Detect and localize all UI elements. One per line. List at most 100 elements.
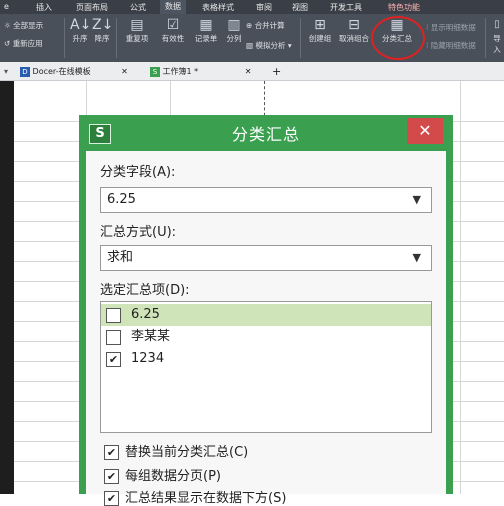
chevron-down-icon: ▾ xyxy=(287,41,292,50)
show-detail-button[interactable]: ⁝ 显示明细数据 xyxy=(426,22,476,33)
menu-page-layout[interactable]: 页面布局 xyxy=(76,2,108,13)
record-icon: ▦ xyxy=(199,17,213,33)
method-value: 求和 xyxy=(107,250,134,265)
sort-asc-icon: A↓ xyxy=(70,17,92,33)
method-label: 汇总方式(U): xyxy=(100,225,177,240)
separator xyxy=(300,18,301,58)
menu-review[interactable]: 审阅 xyxy=(256,2,272,13)
import-label: 导入 xyxy=(493,34,501,54)
spreadsheet-icon: S xyxy=(150,66,160,77)
ribbon-toolbar: ☼ 全部显示 ↺ 重新应用 A↓ 升序 Z↓ 降序 ▤ 重复项 ☑ 有效性 ▦ … xyxy=(0,14,504,62)
merge-icon: ⊕ xyxy=(246,21,253,30)
refresh-icon: ↺ xyxy=(4,39,11,48)
list-item[interactable]: 6.25 xyxy=(101,304,431,326)
list-item[interactable]: 李某某 xyxy=(101,326,431,348)
validity-button[interactable]: ☑ 有效性 xyxy=(156,17,190,44)
split-button[interactable]: ▥ 分列 xyxy=(222,17,246,44)
dialog-body: 分类字段(A): 6.25 ▼ 汇总方式(U): 求和 ▼ 选定汇总项(D): … xyxy=(86,151,446,506)
group-field-label: 分类字段(A): xyxy=(100,165,176,180)
reapply-button[interactable]: ↺ 重新应用 xyxy=(4,38,43,49)
hide-detail-button[interactable]: ⁝ 隐藏明细数据 xyxy=(426,40,476,51)
import-button[interactable]: ▯ 导入 xyxy=(490,17,504,55)
subtotal-dialog: S 分类汇总 ✕ 分类字段(A): 6.25 ▼ 汇总方式(U): 求和 ▼ 选… xyxy=(79,115,453,506)
menu-special[interactable]: 特色功能 xyxy=(388,2,420,13)
checkbox[interactable] xyxy=(106,330,121,345)
chevron-down-icon: ▼ xyxy=(412,251,421,264)
list-item[interactable]: ✔ 1234 xyxy=(101,348,431,370)
separator xyxy=(485,18,486,58)
items-listbox[interactable]: 6.25 李某某 ✔ 1234 xyxy=(100,301,432,433)
show-detail-label: 显示明细数据 xyxy=(430,23,476,32)
ungroup-icon: ⊟ xyxy=(348,17,360,33)
menu-developer[interactable]: 开发工具 xyxy=(330,2,362,13)
close-icon[interactable]: ✕ xyxy=(245,67,252,76)
chevron-down-icon: ▼ xyxy=(412,193,421,206)
summary-below-checkbox[interactable]: ✔ 汇总结果显示在数据下方(S) xyxy=(104,487,286,506)
simulate-icon: ▧ xyxy=(246,41,254,50)
show-detail-icon: ⁝ xyxy=(426,23,429,32)
page-break-checkbox[interactable]: ✔ 每组数据分页(P) xyxy=(104,465,221,484)
list-item-label: 李某某 xyxy=(131,329,171,344)
duplicates-label: 重复项 xyxy=(125,34,149,43)
simulate-button[interactable]: ▧ 模拟分析 ▾ xyxy=(246,40,292,51)
ungroup-button[interactable]: ⊟ 取消组合 xyxy=(336,17,372,44)
duplicates-button[interactable]: ▤ 重复项 xyxy=(120,17,154,44)
merge-calc-button[interactable]: ⊕ 合并计算 xyxy=(246,20,285,31)
tab-workbook-label: 工作簿1 * xyxy=(162,67,199,76)
hide-detail-label: 隐藏明细数据 xyxy=(430,41,476,50)
ungroup-label: 取消组合 xyxy=(339,34,369,43)
page-break-label: 每组数据分页(P) xyxy=(125,469,221,484)
menu-table-style[interactable]: 表格样式 xyxy=(202,2,234,13)
checkbox-checked[interactable]: ✔ xyxy=(106,352,121,367)
group-field-select[interactable]: 6.25 ▼ xyxy=(100,187,432,213)
show-all-label: 全部显示 xyxy=(13,21,44,30)
method-select[interactable]: 求和 ▼ xyxy=(100,245,432,271)
items-label: 选定汇总项(D): xyxy=(100,283,190,298)
menu-data[interactable]: 数据 xyxy=(160,0,186,14)
menu-insert[interactable]: 插入 xyxy=(36,2,52,13)
create-group-button[interactable]: ⊞ 创建组 xyxy=(304,17,336,44)
subtotal-highlight-circle xyxy=(371,16,425,60)
dialog-title-bar[interactable]: S 分类汇总 ✕ xyxy=(79,115,453,151)
sort-asc-button[interactable]: A↓ 升序 xyxy=(70,17,92,44)
check-icon: ✔ xyxy=(104,445,119,460)
record-button[interactable]: ▦ 记录单 xyxy=(190,17,222,44)
record-label: 记录单 xyxy=(194,34,218,43)
document-tab-bar: ▾ D Docer-在线模板 ✕ S 工作簿1 * ✕ + xyxy=(0,62,504,81)
tab-workbook[interactable]: S 工作簿1 * ✕ xyxy=(150,65,270,78)
sort-desc-button[interactable]: Z↓ 降序 xyxy=(92,17,114,44)
validity-label: 有效性 xyxy=(161,34,185,43)
validity-icon: ☑ xyxy=(166,17,180,33)
import-icon: ▯ xyxy=(494,19,500,30)
merge-calc-label: 合并计算 xyxy=(254,21,285,30)
close-button[interactable]: ✕ xyxy=(407,118,443,144)
show-all-button[interactable]: ☼ 全部显示 xyxy=(4,20,43,31)
duplicates-icon: ▤ xyxy=(130,17,144,33)
group-field-value: 6.25 xyxy=(107,192,136,207)
split-label: 分列 xyxy=(226,34,242,43)
list-item-label: 1234 xyxy=(131,351,165,366)
new-tab-button[interactable]: + xyxy=(272,65,281,78)
tab-scroll-icon[interactable]: ▾ xyxy=(4,65,8,78)
checkbox[interactable] xyxy=(106,308,121,323)
menu-edge: e xyxy=(4,2,9,11)
list-item-label: 6.25 xyxy=(131,307,160,322)
close-icon[interactable]: ✕ xyxy=(121,67,128,76)
menu-formula[interactable]: 公式 xyxy=(130,2,146,13)
tab-docer[interactable]: D Docer-在线模板 ✕ xyxy=(20,65,146,78)
check-icon: ✔ xyxy=(104,469,119,484)
dialog-title: 分类汇总 xyxy=(231,125,300,144)
simulate-label: 模拟分析 xyxy=(255,41,286,50)
separator xyxy=(64,18,65,58)
sort-asc-label: 升序 xyxy=(72,34,88,43)
tab-docer-label: Docer-在线模板 xyxy=(32,67,91,76)
menu-bar: e 插入 页面布局 公式 数据 表格样式 审阅 视图 开发工具 特色功能 xyxy=(0,0,504,14)
check-icon: ✔ xyxy=(104,491,119,506)
grid-line xyxy=(460,81,461,494)
create-group-label: 创建组 xyxy=(308,34,332,43)
sort-desc-icon: Z↓ xyxy=(92,17,114,33)
reapply-label: 重新应用 xyxy=(12,39,43,48)
separator xyxy=(116,18,117,58)
menu-view[interactable]: 视图 xyxy=(292,2,308,13)
replace-current-checkbox[interactable]: ✔ 替换当前分类汇总(C) xyxy=(104,441,248,460)
